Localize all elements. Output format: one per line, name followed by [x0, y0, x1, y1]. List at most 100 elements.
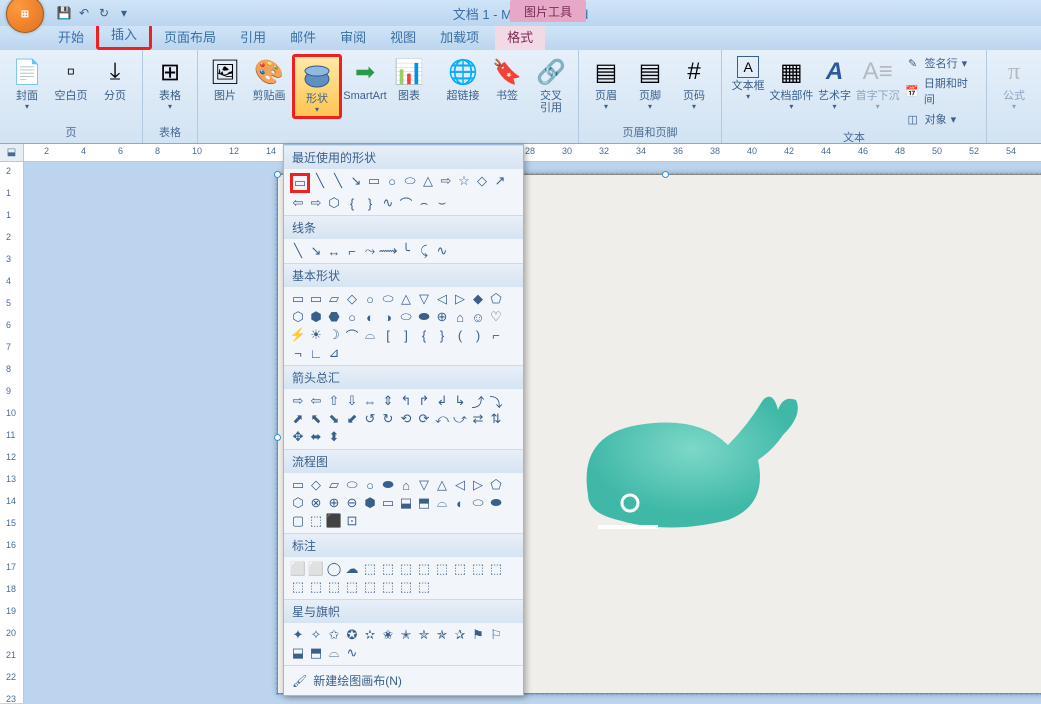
shape-option[interactable]: ↳: [452, 393, 468, 409]
shape-option[interactable]: ⌒: [344, 327, 360, 343]
datetime-button[interactable]: 📅日期和时间: [901, 74, 980, 108]
shape-option[interactable]: ⇄: [470, 411, 486, 427]
shape-option[interactable]: [: [380, 327, 396, 343]
shape-option[interactable]: △: [398, 291, 414, 307]
shape-option[interactable]: ⬢: [308, 309, 324, 325]
shape-option[interactable]: ⬚: [398, 561, 414, 577]
shape-option[interactable]: ⬚: [416, 579, 432, 595]
shape-option[interactable]: ⬭: [380, 291, 396, 307]
shape-option[interactable]: ☁: [344, 561, 360, 577]
shape-option[interactable]: ╲: [312, 173, 328, 189]
shape-option[interactable]: ⬚: [470, 561, 486, 577]
document-area[interactable]: [24, 162, 1041, 703]
shape-option[interactable]: ⬣: [326, 309, 342, 325]
shape-option[interactable]: ⤹: [416, 243, 432, 259]
tab-review[interactable]: 审阅: [328, 23, 378, 50]
shape-option[interactable]: ⊖: [344, 495, 360, 511]
shape-option[interactable]: ◇: [474, 173, 490, 189]
shape-option[interactable]: ⬚: [452, 561, 468, 577]
shape-option[interactable]: ⬭: [470, 495, 486, 511]
pagenum-button[interactable]: #页码▾: [673, 54, 715, 113]
shape-option[interactable]: ⌓: [434, 495, 450, 511]
shape-option[interactable]: ▭: [290, 477, 306, 493]
shape-option[interactable]: ▭: [380, 495, 396, 511]
shape-option[interactable]: ▭: [308, 291, 324, 307]
shape-option[interactable]: ⊕: [434, 309, 450, 325]
shape-option[interactable]: ⬬: [416, 309, 432, 325]
shape-option[interactable]: ⬚: [308, 579, 324, 595]
shape-option[interactable]: ⚑: [470, 627, 486, 643]
ruler-corner[interactable]: ⬓: [0, 144, 24, 161]
shape-option[interactable]: ▱: [326, 477, 342, 493]
shape-option[interactable]: ⌂: [452, 309, 468, 325]
shape-option[interactable]: ⬢: [362, 495, 378, 511]
shape-option[interactable]: ↗: [492, 173, 508, 189]
shape-option[interactable]: ⌐: [344, 243, 360, 259]
shape-option[interactable]: (: [452, 327, 468, 343]
shape-option[interactable]: △: [420, 173, 436, 189]
shape-option[interactable]: ⌒: [398, 195, 414, 211]
shape-option[interactable]: ]: [398, 327, 414, 343]
shape-option[interactable]: ✩: [326, 627, 342, 643]
textbox-button[interactable]: A文本框▾: [728, 54, 768, 103]
shape-option[interactable]: ✰: [452, 627, 468, 643]
shape-option[interactable]: ∟: [308, 345, 324, 361]
shape-option[interactable]: ⇩: [344, 393, 360, 409]
shape-option[interactable]: ↔: [326, 243, 342, 259]
tab-mailings[interactable]: 邮件: [278, 23, 328, 50]
shape-option[interactable]: ⬚: [362, 561, 378, 577]
shape-option[interactable]: ⇨: [438, 173, 454, 189]
quickparts-button[interactable]: ▦文档部件▾: [770, 54, 812, 113]
shape-option[interactable]: ◐: [362, 309, 378, 325]
redo-icon[interactable]: ↻: [96, 5, 112, 21]
shape-option[interactable]: ⬡: [290, 309, 306, 325]
shape-option[interactable]: ○: [384, 173, 400, 189]
shape-option[interactable]: ↘: [348, 173, 364, 189]
shape-option[interactable]: ✥: [290, 429, 306, 445]
shape-option[interactable]: ○: [362, 477, 378, 493]
shape-option[interactable]: ◑: [380, 309, 396, 325]
resize-handle[interactable]: [274, 434, 281, 441]
shape-option[interactable]: ⟿: [380, 243, 396, 259]
shape-option[interactable]: ⬈: [290, 411, 306, 427]
shape-option[interactable]: ✪: [344, 627, 360, 643]
shape-option[interactable]: ▭: [366, 173, 382, 189]
shape-option[interactable]: ⇨: [308, 195, 324, 211]
shape-option[interactable]: ⬚: [380, 579, 396, 595]
shape-option[interactable]: ⬚: [416, 561, 432, 577]
shape-option[interactable]: ↻: [380, 411, 396, 427]
tab-addins[interactable]: 加载项: [428, 23, 491, 50]
resize-handle[interactable]: [662, 171, 669, 178]
shape-option[interactable]: ⬬: [380, 477, 396, 493]
shape-option[interactable]: ⬚: [344, 579, 360, 595]
shape-option[interactable]: ⬒: [416, 495, 432, 511]
page-break-button[interactable]: ⤓分页: [94, 54, 136, 104]
picture-button[interactable]: 🖼图片: [204, 54, 246, 104]
shape-option[interactable]: ⬊: [326, 411, 342, 427]
crossref-button[interactable]: 🔗交叉 引用: [530, 54, 572, 116]
shape-option[interactable]: ▽: [416, 291, 432, 307]
shape-option[interactable]: ▷: [470, 477, 486, 493]
shape-option[interactable]: ↘: [308, 243, 324, 259]
shape-option[interactable]: ⬚: [434, 561, 450, 577]
shape-option[interactable]: {: [416, 327, 432, 343]
hyperlink-button[interactable]: 🌐超链接: [442, 54, 484, 104]
shape-option[interactable]: ⬭: [344, 477, 360, 493]
shape-option[interactable]: ✫: [362, 627, 378, 643]
shape-option[interactable]: ⇨: [290, 393, 306, 409]
shape-option[interactable]: ⇦: [308, 393, 324, 409]
header-button[interactable]: ▤页眉▾: [585, 54, 627, 113]
shape-option[interactable]: ): [470, 327, 486, 343]
shape-option[interactable]: ▷: [452, 291, 468, 307]
shape-option[interactable]: ⇅: [488, 411, 504, 427]
shape-option[interactable]: ⟲: [398, 411, 414, 427]
shape-option[interactable]: ☀: [308, 327, 324, 343]
shape-option[interactable]: ╰: [398, 243, 414, 259]
footer-button[interactable]: ▤页脚▾: [629, 54, 671, 113]
shape-option[interactable]: ⌣: [434, 195, 450, 211]
object-button[interactable]: ◫对象 ▾: [901, 110, 980, 128]
shape-option[interactable]: ⟳: [416, 411, 432, 427]
tab-view[interactable]: 视图: [378, 23, 428, 50]
blank-page-button[interactable]: ▫空白页: [50, 54, 92, 104]
shape-option[interactable]: ⬒: [308, 645, 324, 661]
